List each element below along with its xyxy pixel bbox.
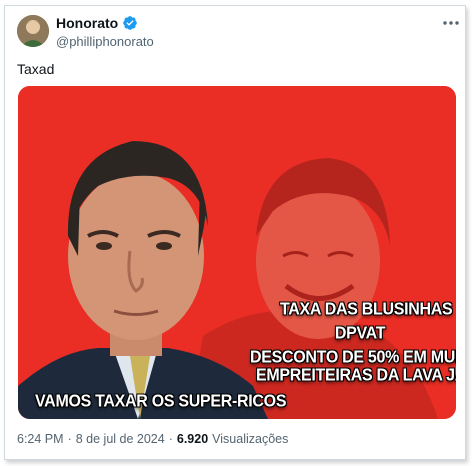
tweet-time[interactable]: 6:24 PM (17, 432, 64, 446)
views-count: 6.920 (176, 432, 209, 446)
tweet-text: Taxad (17, 61, 55, 77)
tweet-footer: 6:24 PM · 8 de jul de 2024 · 6.920 Visua… (17, 432, 288, 446)
author-display-name[interactable]: Honorato (56, 15, 118, 31)
avatar[interactable] (17, 15, 49, 47)
caption-right-line-2: DPVAT (334, 324, 386, 344)
caption-right-line-4: EMPREITEIRAS DA LAVA JATO (256, 366, 456, 386)
tweet-media-image[interactable]: VAMOS TAXAR OS SUPER-RICOS TAXA DAS BLUS… (18, 86, 456, 419)
verified-badge-icon (122, 15, 138, 31)
footer-separator: · (168, 432, 173, 446)
avatar-image (17, 15, 49, 47)
footer-separator: · (67, 432, 72, 446)
tweet-date[interactable]: 8 de jul de 2024 (76, 432, 165, 446)
author-name-row: Honorato (56, 15, 138, 31)
more-options-icon[interactable] (440, 14, 462, 32)
views-label: Visualizações (212, 432, 289, 446)
caption-left: VAMOS TAXAR OS SUPER-RICOS (35, 392, 287, 412)
author-handle[interactable]: @philliphonorato (56, 34, 154, 49)
caption-right-line-1: TAXA DAS BLUSINHAS (280, 300, 453, 320)
